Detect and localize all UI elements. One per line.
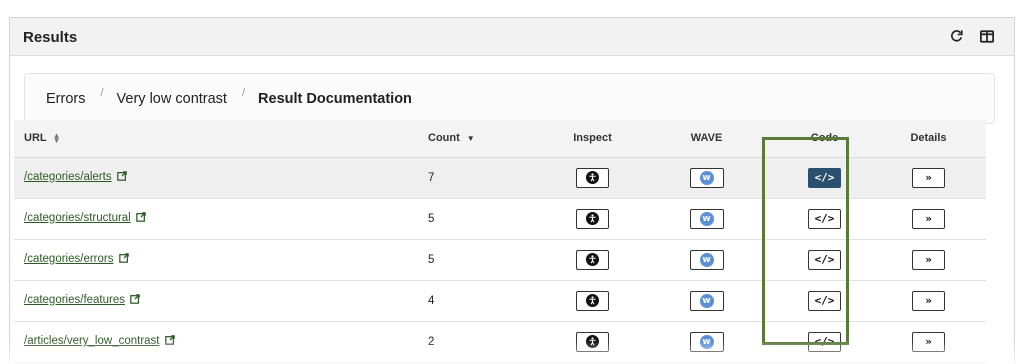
column-header-count[interactable]: Count ▼ xyxy=(417,120,550,158)
details-button[interactable]: » xyxy=(912,290,945,311)
table-row: /categories/features 4 w </> » xyxy=(14,280,986,321)
panel-header: Results xyxy=(10,18,1014,56)
table-row: /articles/very_low_contrast 2 w </> » xyxy=(14,321,986,362)
accessibility-icon xyxy=(586,335,599,348)
code-button[interactable]: </> xyxy=(808,167,841,188)
sort-descending-icon: ▼ xyxy=(466,133,475,143)
breadcrumb-separator: / xyxy=(100,86,104,99)
count-value: 5 xyxy=(428,253,435,266)
external-link-icon xyxy=(136,212,146,225)
count-value: 5 xyxy=(428,212,435,225)
results-table: URL ▲ ▼ Count ▼ Inspect WAVE Code Details /… xyxy=(14,120,986,363)
count-value: 2 xyxy=(428,335,435,348)
inspect-button[interactable] xyxy=(576,167,609,188)
code-button[interactable]: </> xyxy=(808,208,841,229)
external-link-icon xyxy=(118,253,129,266)
inspect-button[interactable] xyxy=(576,208,609,229)
breadcrumb-separator: / xyxy=(241,86,246,99)
table-header-row: URL ▲ ▼ Count ▼ Inspect WAVE Code Details xyxy=(14,120,986,158)
breadcrumb: Errors / Very low contrast / Result Docu… xyxy=(24,73,995,124)
code-button[interactable]: </> xyxy=(808,249,841,270)
accessibility-icon xyxy=(586,294,599,307)
inspect-button[interactable] xyxy=(576,290,609,311)
wave-button[interactable]: w xyxy=(689,208,724,229)
url-link[interactable]: /categories/errors xyxy=(24,253,113,265)
wave-button[interactable]: w xyxy=(689,331,724,352)
breadcrumb-item-errors[interactable]: Errors xyxy=(46,91,85,107)
accessibility-icon xyxy=(586,171,599,184)
url-link[interactable]: /articles/very_low_contrast xyxy=(24,335,160,347)
column-header-wave: WAVE xyxy=(635,120,778,158)
count-value: 4 xyxy=(428,294,435,307)
wave-logo-icon: w xyxy=(699,211,714,226)
details-button[interactable]: » xyxy=(912,331,945,352)
external-link-icon xyxy=(164,335,175,348)
external-link-icon xyxy=(116,171,127,184)
inspect-button[interactable] xyxy=(576,331,609,352)
column-header-url[interactable]: URL ▲ ▼ xyxy=(14,120,417,158)
inspect-button[interactable] xyxy=(576,249,609,270)
code-button[interactable]: </> xyxy=(808,290,841,311)
url-link[interactable]: /categories/features xyxy=(24,294,125,306)
wave-button[interactable]: w xyxy=(689,249,724,270)
accessibility-icon xyxy=(586,253,599,266)
table-row: /categories/structural 5 w </> » xyxy=(14,198,986,239)
wave-logo-icon: w xyxy=(699,293,714,308)
wave-button[interactable]: w xyxy=(689,167,724,188)
column-header-code: Code xyxy=(778,120,871,158)
details-button[interactable]: » xyxy=(912,167,945,188)
url-link[interactable]: /categories/structural xyxy=(24,212,131,224)
breadcrumb-item-current: Result Documentation xyxy=(258,90,412,107)
panel-title: Results xyxy=(23,29,78,46)
wave-logo-icon: w xyxy=(699,334,714,349)
external-link-icon xyxy=(130,294,141,307)
accessibility-icon xyxy=(586,212,599,225)
column-header-inspect: Inspect xyxy=(550,120,635,158)
column-header-details: Details xyxy=(871,120,986,158)
columns-icon[interactable] xyxy=(979,28,995,44)
table-row: /categories/alerts 7 w </> » xyxy=(14,157,986,198)
wave-logo-icon: w xyxy=(699,170,714,185)
wave-logo-icon: w xyxy=(699,252,714,267)
url-link[interactable]: /categories/alerts xyxy=(24,171,112,183)
code-button[interactable]: </> xyxy=(808,331,841,352)
details-button[interactable]: » xyxy=(912,208,945,229)
breadcrumb-item-very-low-contrast[interactable]: Very low contrast xyxy=(117,91,227,107)
table-row: /categories/errors 5 w </> » xyxy=(14,239,986,280)
sort-icon: ▲ ▼ xyxy=(52,131,61,146)
count-value: 7 xyxy=(428,171,435,184)
refresh-icon[interactable] xyxy=(948,28,964,44)
details-button[interactable]: » xyxy=(912,249,945,270)
wave-button[interactable]: w xyxy=(689,290,724,311)
